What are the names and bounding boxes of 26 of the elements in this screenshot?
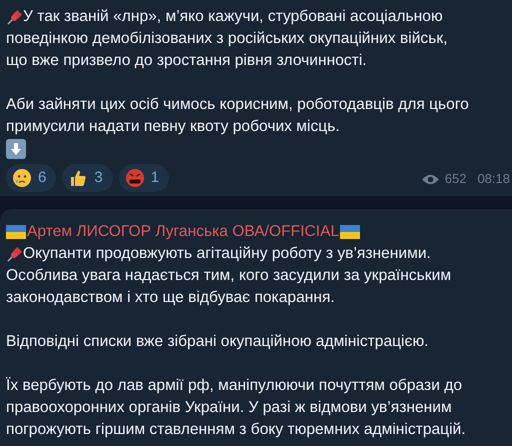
angry-face-icon bbox=[124, 168, 145, 188]
message-text-line: Аби зайняти цих осіб чимось корисним, роботодавців для цього bbox=[6, 95, 469, 115]
pushpin-icon bbox=[6, 8, 23, 26]
message-text-line: поведінкою демобілізованих з російських окупаційних військ, bbox=[6, 29, 448, 49]
message-text-line: Особлива увага надається тим, кого засудили за українським bbox=[6, 266, 452, 286]
reaction-button[interactable]: 6 bbox=[6, 164, 56, 192]
message-text-line: Їх вербують до лав армії рф, маніпулюючи почуттям образи до bbox=[6, 376, 462, 396]
message-time: 08:18 bbox=[477, 170, 510, 188]
message-text-line: Окупанти продовжують агітаційну роботу з ув’язненими. bbox=[23, 244, 431, 264]
flag-icon bbox=[6, 225, 26, 239]
message-text-line: законодавством і хто ще відбуває покарання. bbox=[6, 288, 335, 308]
message-text-line: що вже призвело до зростання рівня злочинності. bbox=[6, 51, 367, 71]
message-text-line: У так званій «лнр», м’яко кажучи, стурбовані асоціальною bbox=[23, 7, 443, 27]
message-text-line: погрожують гіршим ставленням з боку тюремних адміністрацій. bbox=[6, 420, 466, 440]
message-text-line: Відповідні списки вже зібрані окупаційною адміністрацією. bbox=[6, 332, 428, 352]
reaction-button[interactable]: 3 bbox=[62, 164, 113, 192]
view-count: 652 bbox=[444, 170, 466, 188]
message-text-line: правоохоронних органів України. У разі ж відмови ув’язненим bbox=[6, 398, 452, 418]
sender-name[interactable]: Артем ЛИСОГОР Луганська ОВА/OFFICIAL bbox=[27, 221, 340, 243]
flag-icon bbox=[340, 225, 360, 239]
message-text-line: примусили надати певну квоту робочих місць. bbox=[6, 117, 340, 137]
crying-face-icon bbox=[12, 168, 32, 188]
reaction-button[interactable]: 1 bbox=[118, 164, 170, 192]
thumbs-up-icon bbox=[68, 168, 88, 188]
pushpin-icon bbox=[6, 246, 23, 262]
eye-icon bbox=[420, 172, 440, 186]
